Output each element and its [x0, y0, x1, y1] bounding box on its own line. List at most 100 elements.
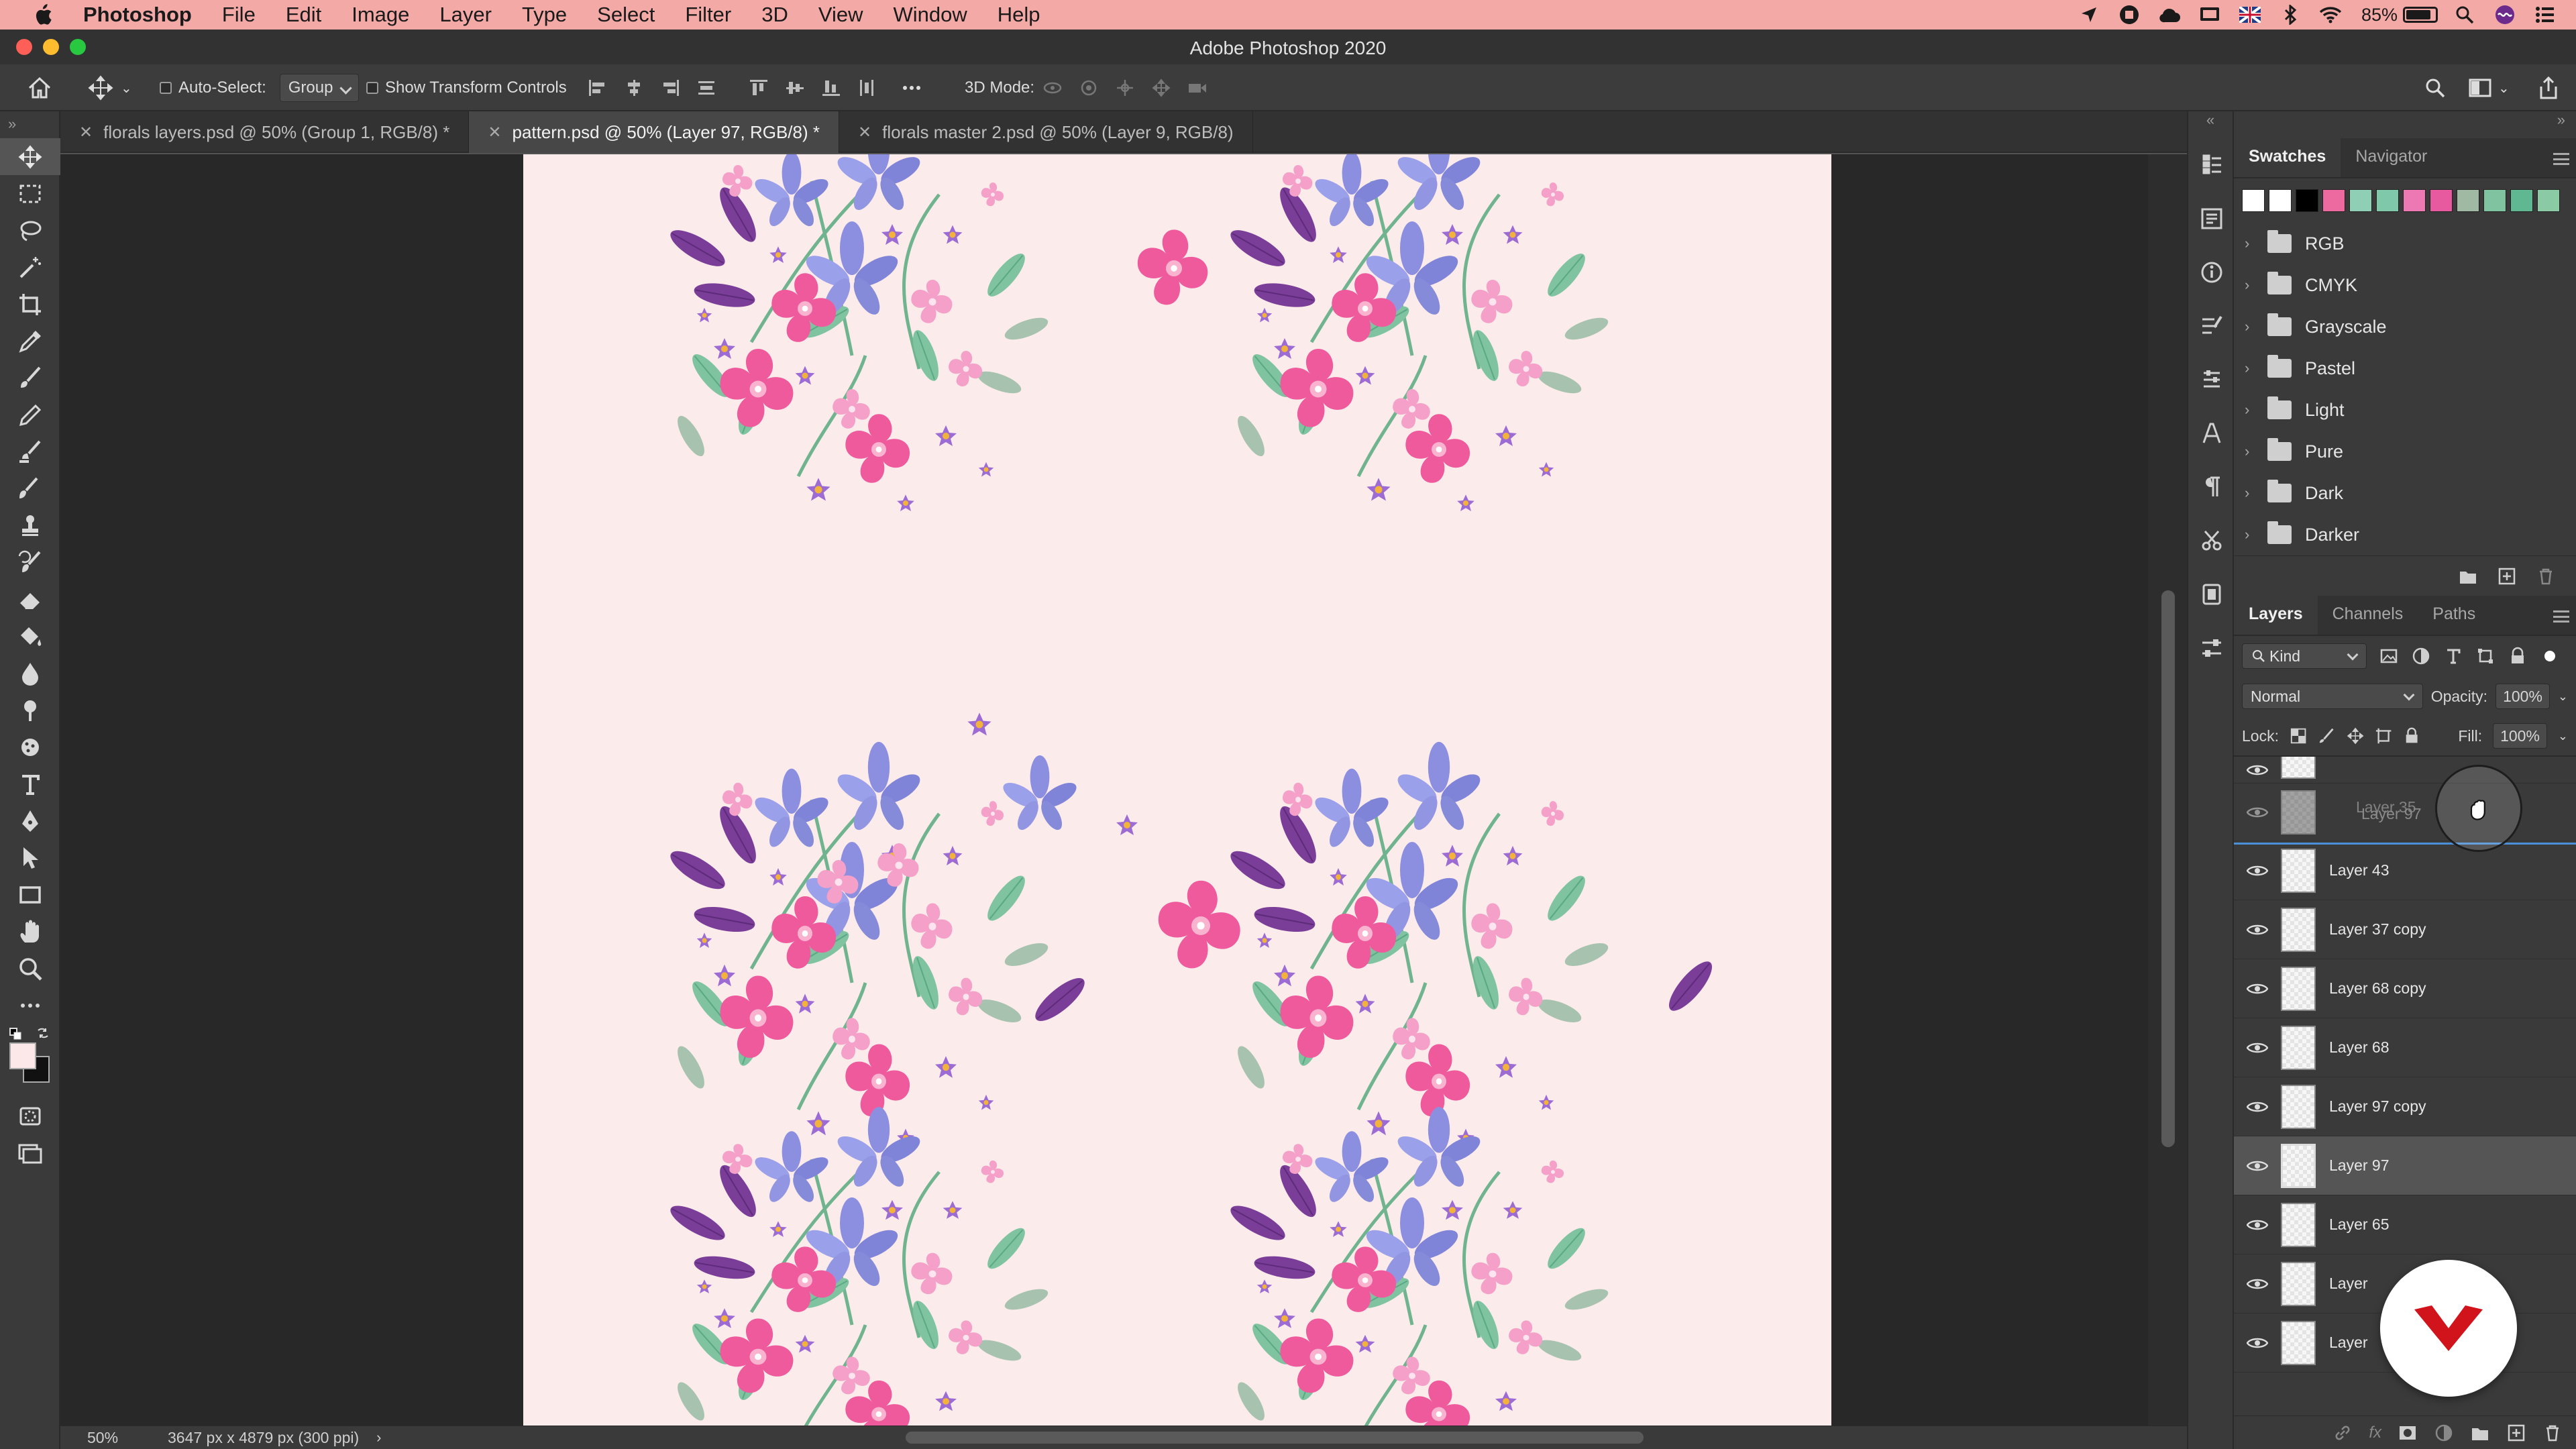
chevron-right-icon[interactable]: › — [2245, 526, 2261, 543]
swatch[interactable] — [2349, 189, 2372, 212]
3d-drag-icon[interactable] — [1115, 78, 1135, 97]
panel-menu-icon[interactable] — [2553, 153, 2569, 165]
chevron-right-icon[interactable]: › — [2245, 318, 2261, 335]
menu-edit[interactable]: Edit — [286, 3, 321, 27]
menu-select[interactable]: Select — [597, 3, 655, 27]
align-left-edges-icon[interactable] — [588, 78, 608, 97]
shape-layer-filter-icon[interactable] — [2475, 646, 2496, 666]
foreground-color-swatch[interactable] — [9, 1042, 36, 1069]
more-options-icon[interactable] — [902, 78, 922, 97]
opacity-input[interactable]: 100% — [2496, 684, 2550, 709]
folder-light[interactable]: › Light — [2234, 389, 2576, 431]
crop-tool[interactable] — [0, 286, 60, 323]
bluetooth-icon[interactable] — [2277, 4, 2304, 25]
search-button[interactable] — [2424, 64, 2446, 111]
status-menu-arrow-icon[interactable]: › — [376, 1429, 381, 1446]
move-tool-preset-picker[interactable]: ⌄ — [87, 64, 132, 111]
swatch[interactable] — [2483, 189, 2506, 212]
visibility-eye-icon[interactable] — [2234, 923, 2281, 936]
document-canvas[interactable] — [523, 154, 1831, 1426]
chevron-right-icon[interactable]: › — [2245, 276, 2261, 294]
3d-orbit-icon[interactable] — [1042, 78, 1063, 97]
siri-icon[interactable] — [2491, 4, 2518, 25]
tab-paths[interactable]: Paths — [2418, 604, 2490, 635]
lock-all-icon[interactable] — [2403, 727, 2420, 745]
swatch[interactable] — [2322, 189, 2345, 212]
workspace-switcher[interactable]: ⌄ — [2469, 64, 2510, 111]
visibility-eye-icon[interactable] — [2234, 1336, 2281, 1350]
chevron-down-icon[interactable]: ⌄ — [2558, 690, 2568, 704]
swatch[interactable] — [2376, 189, 2399, 212]
properties-panel-icon[interactable] — [2188, 192, 2235, 246]
tab-florals-layers[interactable]: ✕ florals layers.psd @ 50% (Group 1, RGB… — [60, 111, 470, 153]
swatch[interactable] — [2537, 189, 2560, 212]
new-swatch-icon[interactable] — [2497, 566, 2517, 586]
libraries-panel-icon[interactable] — [2188, 568, 2235, 621]
tab-florals-master-2[interactable]: ✕ florals master 2.psd @ 50% (Layer 9, R… — [839, 111, 1253, 153]
pen-tool[interactable] — [0, 802, 60, 839]
chevron-down-icon[interactable]: ⌄ — [2558, 729, 2568, 743]
folder-pure[interactable]: › Pure — [2234, 431, 2576, 472]
visibility-eye-icon[interactable] — [2234, 806, 2281, 819]
horizontal-scrollbar-thumb[interactable] — [906, 1432, 1644, 1444]
layer-row-68[interactable]: Layer 68 — [2234, 1018, 2576, 1077]
layer-row-68-copy[interactable]: Layer 68 copy — [2234, 959, 2576, 1018]
chevron-right-icon[interactable]: › — [2245, 484, 2261, 502]
layer-style-fx-icon[interactable]: fx — [2369, 1424, 2381, 1442]
swatch[interactable] — [2242, 189, 2265, 212]
lasso-tool[interactable] — [0, 212, 60, 249]
input-flag-icon[interactable] — [2237, 4, 2263, 25]
folder-dark[interactable]: › Dark — [2234, 472, 2576, 514]
record-icon[interactable] — [2116, 4, 2143, 25]
adjustments-panel-icon[interactable] — [2188, 353, 2235, 407]
sponge-tool[interactable] — [0, 729, 60, 765]
close-tab-icon[interactable]: ✕ — [488, 123, 501, 142]
panel-menu-icon[interactable] — [2553, 610, 2569, 623]
paragraph-panel-icon[interactable] — [2188, 460, 2235, 514]
brush-settings-panel-icon[interactable] — [2188, 299, 2235, 353]
eyedropper-tool[interactable] — [0, 323, 60, 360]
folder-darker[interactable]: › Darker — [2234, 514, 2576, 555]
chevron-right-icon[interactable]: › — [2245, 443, 2261, 460]
menu-filter[interactable]: Filter — [685, 3, 731, 27]
layer-comps-panel-icon[interactable] — [2188, 621, 2235, 675]
swatch[interactable] — [2430, 189, 2453, 212]
menu-app-name[interactable]: Photoshop — [83, 3, 192, 27]
menu-type[interactable]: Type — [522, 3, 567, 27]
visibility-eye-icon[interactable] — [2234, 1100, 2281, 1114]
distribute-horizontal-icon[interactable] — [857, 78, 877, 97]
lock-artboard-icon[interactable] — [2375, 727, 2392, 745]
3d-roll-icon[interactable] — [1079, 78, 1099, 97]
menu-help[interactable]: Help — [998, 3, 1040, 27]
creative-cloud-icon[interactable] — [2156, 4, 2183, 25]
3d-slide-icon[interactable] — [1151, 78, 1171, 97]
new-adjustment-layer-icon[interactable] — [2434, 1423, 2454, 1443]
layer-row-65[interactable]: Layer 65 — [2234, 1195, 2576, 1254]
location-arrow-icon[interactable] — [2076, 4, 2102, 25]
folder-pastel[interactable]: › Pastel — [2234, 347, 2576, 389]
close-tab-icon[interactable]: ✕ — [858, 123, 871, 142]
menu-3d[interactable]: 3D — [761, 3, 788, 27]
visibility-eye-icon[interactable] — [2234, 1277, 2281, 1291]
align-vertical-centers-icon[interactable] — [785, 78, 805, 97]
folder-cmyk[interactable]: › CMYK — [2234, 264, 2576, 306]
pencil-tool[interactable] — [0, 396, 60, 433]
smart-object-filter-icon[interactable] — [2508, 646, 2528, 666]
hand-tool[interactable] — [0, 913, 60, 950]
auto-select-dropdown[interactable]: Group — [279, 74, 360, 102]
more-tools-button[interactable] — [0, 987, 60, 1024]
screen-share-icon[interactable] — [2196, 4, 2223, 25]
apple-menu-icon[interactable] — [30, 1, 56, 28]
layer-row-97[interactable]: Layer 97 — [2234, 1136, 2576, 1195]
type-layer-filter-icon[interactable] — [2443, 646, 2463, 666]
character-panel-icon[interactable] — [2188, 407, 2235, 460]
distribute-vertical-icon[interactable] — [696, 78, 716, 97]
home-button[interactable] — [27, 64, 52, 111]
align-right-edges-icon[interactable] — [660, 78, 680, 97]
share-button[interactable] — [2538, 64, 2559, 111]
magic-wand-tool[interactable] — [0, 249, 60, 286]
align-top-edges-icon[interactable] — [749, 78, 769, 97]
chevron-right-icon[interactable]: › — [2245, 401, 2261, 419]
canvas-area[interactable] — [60, 154, 2187, 1426]
visibility-eye-icon[interactable] — [2234, 1159, 2281, 1173]
